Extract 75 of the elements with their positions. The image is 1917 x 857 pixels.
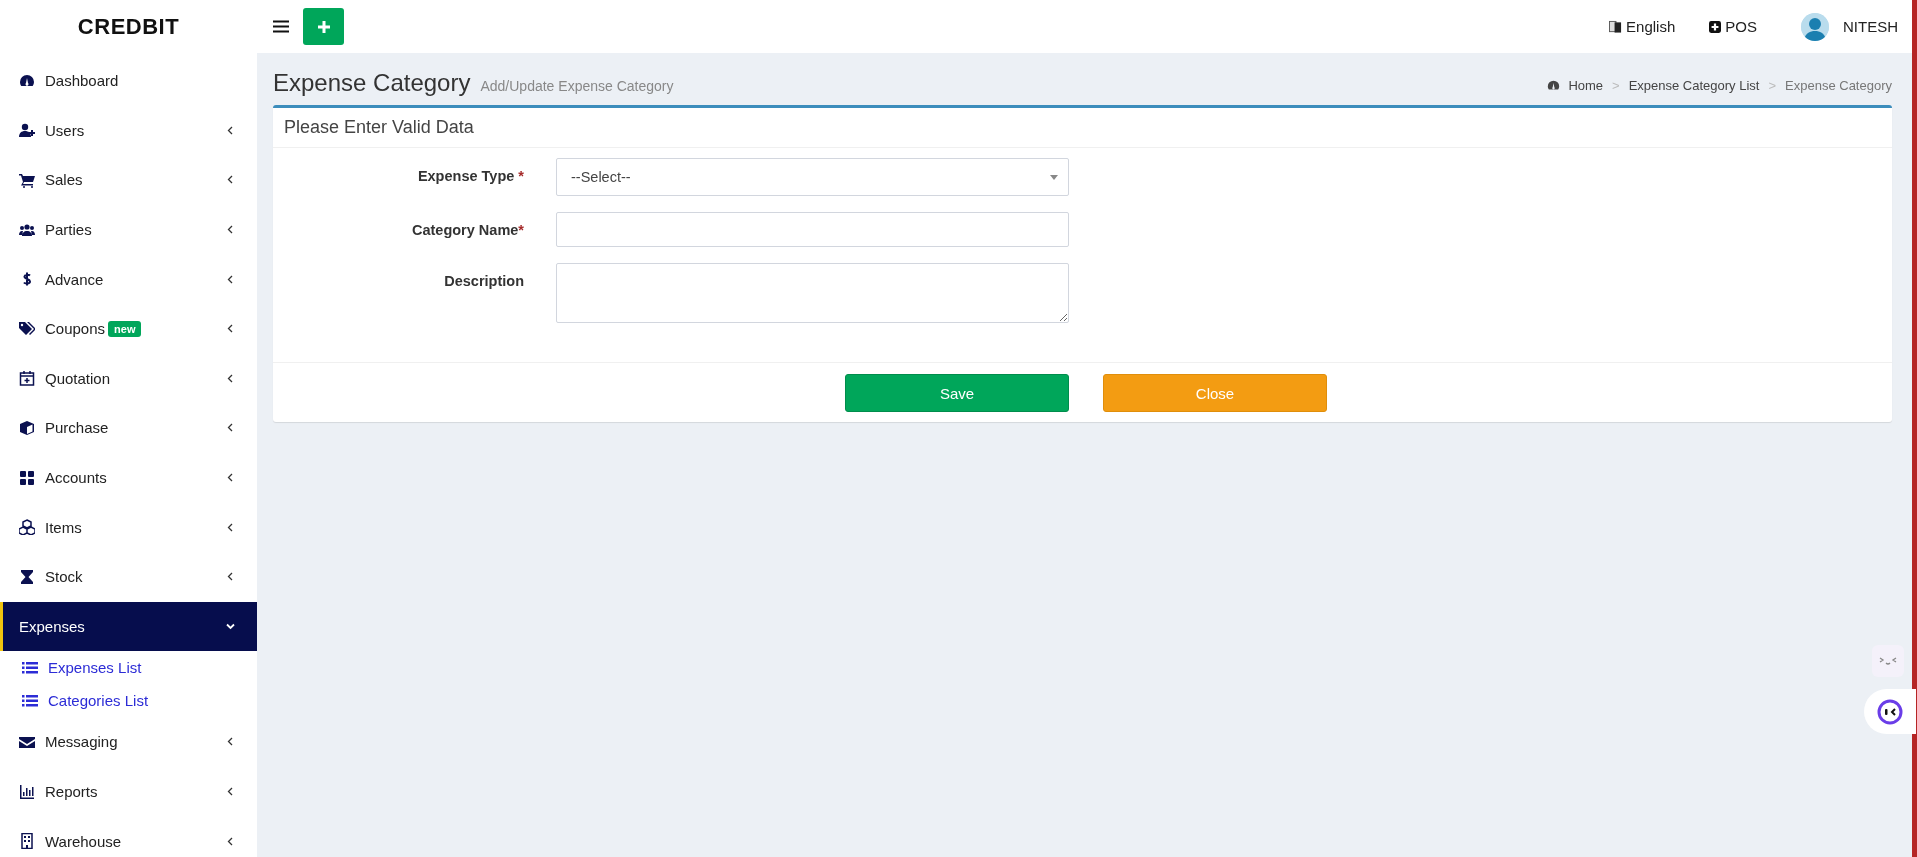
list-icon	[22, 660, 38, 675]
sidebar-item[interactable]: Warehouse	[0, 816, 257, 857]
textarea-field[interactable]	[556, 263, 1069, 323]
cube-icon	[19, 419, 35, 436]
sidebar-item[interactable]: Purchase	[0, 403, 257, 453]
sidebar-item[interactable]: Stock	[0, 551, 257, 602]
hourglass-icon	[19, 568, 35, 585]
chevron-left-icon	[226, 225, 235, 235]
breadcrumb-link[interactable]: Home	[1547, 78, 1604, 93]
assistant-button[interactable]	[1864, 689, 1916, 734]
language-link[interactable]: English	[1609, 18, 1676, 35]
chevron-left-icon	[226, 373, 235, 383]
field-label: Description	[443, 272, 524, 291]
chevron-left-icon	[226, 787, 235, 796]
add-button[interactable]	[303, 8, 344, 45]
dashboard-icon	[19, 72, 35, 89]
user-plus-icon	[19, 122, 35, 139]
brand-logo: CREDBIT	[0, 0, 257, 53]
cubes-icon	[19, 519, 35, 536]
sidebar-item[interactable]: Quotation	[0, 353, 257, 404]
sidebar-item[interactable]: Advance	[0, 254, 257, 304]
input-field[interactable]	[556, 212, 1069, 247]
chevron-left-icon	[226, 836, 235, 846]
breadcrumb-link[interactable]: Expense Category List	[1628, 78, 1760, 93]
chevron-left-icon	[226, 473, 235, 483]
sidebar-item[interactable]: Coupons new	[0, 303, 257, 354]
sidebar-item[interactable]: Items	[0, 502, 257, 552]
pos-link[interactable]: POS	[1709, 18, 1757, 35]
calendar-plus-icon	[19, 370, 35, 387]
field-label: Expense Type *	[416, 167, 524, 186]
sidebar-item[interactable]: Sales	[0, 155, 257, 205]
chevron-left-icon	[226, 324, 235, 334]
caret-icon	[1050, 174, 1058, 180]
field-label: Category Name*	[410, 221, 524, 240]
chevron-left-icon	[226, 125, 235, 135]
new-badge: new	[108, 320, 142, 337]
sidebar-item[interactable]: Expenses	[0, 601, 257, 652]
menu-icon[interactable]	[273, 20, 289, 33]
chevron-left-icon	[226, 423, 235, 433]
bar-chart-icon	[19, 783, 35, 800]
form-heading: Please Enter Valid Data	[273, 108, 1892, 148]
sidebar-item[interactable]: Messaging	[0, 717, 257, 767]
breadcrumb-separator: >	[1768, 78, 1777, 93]
sidebar-item[interactable]: Parties	[0, 204, 257, 255]
breadcrumb-current: Expense Category	[1785, 78, 1892, 93]
breadcrumb-separator: >	[1612, 78, 1620, 93]
chat-bot-icon	[1877, 698, 1903, 725]
chevron-left-icon	[226, 274, 235, 284]
building-icon	[19, 833, 35, 850]
chevron-left-icon	[226, 175, 235, 185]
sidebar-item[interactable]: Reports	[0, 766, 257, 817]
face-icon	[1878, 656, 1898, 666]
grid-icon	[19, 469, 35, 486]
plus-square-icon	[1709, 20, 1722, 33]
user-name[interactable]: NITESH	[1843, 18, 1898, 35]
chevron-left-icon	[226, 522, 235, 532]
sidebar-item[interactable]: Accounts	[0, 452, 257, 503]
avatar-icon[interactable]	[1801, 12, 1829, 41]
users-icon	[19, 221, 35, 238]
chevron-down-icon	[226, 621, 235, 631]
plus-icon	[317, 20, 330, 33]
tags-icon	[19, 320, 35, 337]
page-title: Expense Category	[273, 69, 471, 97]
dashboard-icon	[1547, 79, 1561, 92]
cart-icon	[19, 172, 35, 188]
submenu-item[interactable]: Categories List	[0, 684, 257, 718]
submenu-item[interactable]: Expenses List	[0, 651, 257, 685]
sidebar-item[interactable]: Dashboard	[0, 56, 257, 106]
page-subtitle: Add/Update Expense Category	[480, 78, 674, 96]
chevron-left-icon	[226, 572, 235, 582]
select-field[interactable]: --Select--	[556, 158, 1069, 196]
face-widget[interactable]	[1872, 645, 1904, 677]
list-icon	[22, 693, 38, 708]
chevron-left-icon	[226, 737, 235, 747]
sidebar-item[interactable]: Users	[0, 105, 257, 156]
